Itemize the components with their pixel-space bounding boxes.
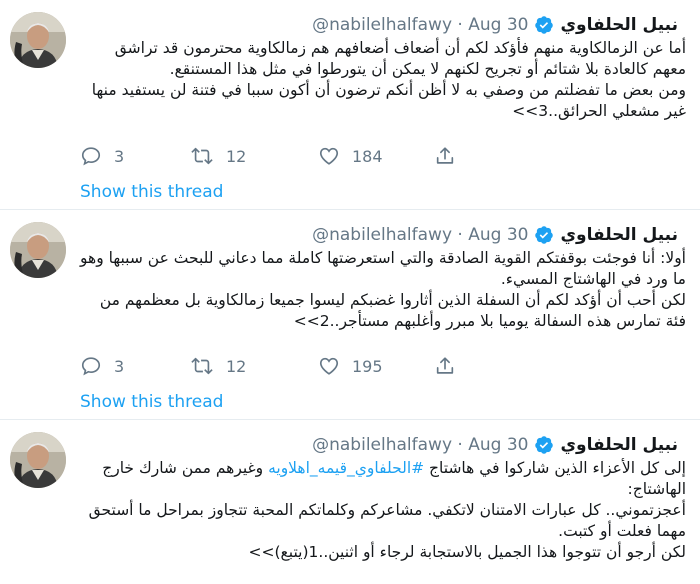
show-thread-link[interactable]: Show this thread xyxy=(80,392,223,412)
tweet-text: أما عن الزمالكاوية منهم فأؤكد لكم أن أضع… xyxy=(78,38,686,122)
like-button[interactable]: 184 xyxy=(318,143,383,169)
reply-count: 3 xyxy=(114,146,125,166)
like-count: 195 xyxy=(352,356,383,376)
tweet[interactable]: نبيل الحلفاوي @nabilelhalfawy · Aug 30 أ… xyxy=(0,0,700,210)
reply-icon xyxy=(80,145,102,167)
tweet-header: نبيل الحلفاوي @nabilelhalfawy · Aug 30 xyxy=(312,431,678,459)
reply-button[interactable]: 3 xyxy=(80,353,124,379)
retweet-icon xyxy=(190,355,214,377)
display-name[interactable]: نبيل الحلفاوي xyxy=(560,225,678,245)
tweet-header: نبيل الحلفاوي @nabilelhalfawy · Aug 30 xyxy=(312,11,678,39)
hashtag-link[interactable]: #الحلفاوي_قيمه_اهلاويه xyxy=(268,459,424,477)
tweet-actions: 3 12 184 xyxy=(78,143,458,169)
tweet-date[interactable]: · Aug 30 xyxy=(457,435,528,455)
share-icon xyxy=(434,355,456,377)
user-handle[interactable]: @nabilelhalfawy · Aug 30 xyxy=(312,15,528,35)
reply-count: 3 xyxy=(114,356,125,376)
tweet[interactable]: نبيل الحلفاوي @nabilelhalfawy · Aug 30 إ… xyxy=(0,420,700,584)
tweet-text: أولا: أنا فوجئت بوقفتكم القوية الصادقة و… xyxy=(78,248,686,332)
display-name[interactable]: نبيل الحلفاوي xyxy=(560,15,678,35)
retweet-count: 12 xyxy=(226,356,247,376)
avatar[interactable] xyxy=(10,432,66,488)
tweet-date[interactable]: · Aug 30 xyxy=(457,15,528,35)
tweet-header: نبيل الحلفاوي @nabilelhalfawy · Aug 30 xyxy=(312,221,678,249)
tweet-paragraph: أعجزتموني.. كل عبارات الامتنان لاتكفي. م… xyxy=(88,501,686,540)
retweet-button[interactable]: 12 xyxy=(190,353,246,379)
share-icon xyxy=(434,145,456,167)
display-name[interactable]: نبيل الحلفاوي xyxy=(560,435,678,455)
tweet-actions: 3 12 195 xyxy=(78,353,458,379)
tweet-text: إلى كل الأعزاء الذين شاركوا في هاشتاج #ا… xyxy=(78,458,686,563)
like-icon xyxy=(318,145,340,167)
reply-button[interactable]: 3 xyxy=(80,143,124,169)
share-button[interactable] xyxy=(434,353,456,379)
retweet-button[interactable]: 12 xyxy=(190,143,246,169)
tweet-paragraph: أما عن الزمالكاوية منهم فأؤكد لكم أن أضع… xyxy=(114,39,686,78)
reply-icon xyxy=(80,355,102,377)
tweet[interactable]: نبيل الحلفاوي @nabilelhalfawy · Aug 30 أ… xyxy=(0,210,700,420)
retweet-icon xyxy=(190,145,214,167)
user-handle[interactable]: @nabilelhalfawy · Aug 30 xyxy=(312,435,528,455)
verified-badge-icon xyxy=(534,435,554,455)
user-handle[interactable]: @nabilelhalfawy · Aug 30 xyxy=(312,225,528,245)
like-button[interactable]: 195 xyxy=(318,353,383,379)
verified-badge-icon xyxy=(534,225,554,245)
share-button[interactable] xyxy=(434,143,456,169)
avatar[interactable] xyxy=(10,12,66,68)
like-icon xyxy=(318,355,340,377)
tweet-paragraph: إلى كل الأعزاء الذين شاركوا في هاشتاج #ا… xyxy=(102,459,686,498)
tweet-paragraph: لكن أحب أن أؤكد لكم أن السفلة الذين أثار… xyxy=(99,291,686,330)
tweet-date[interactable]: · Aug 30 xyxy=(457,225,528,245)
tweet-paragraph: ومن بعض ما تفضلتم من وصفي به لا أظن أنكم… xyxy=(91,81,686,120)
verified-badge-icon xyxy=(534,15,554,35)
avatar[interactable] xyxy=(10,222,66,278)
tweet-paragraph: لكن أرجو أن تتوجوا هذا الجميل بالاستجابة… xyxy=(248,543,686,561)
tweet-paragraph: أولا: أنا فوجئت بوقفتكم القوية الصادقة و… xyxy=(80,249,686,288)
retweet-count: 12 xyxy=(226,146,247,166)
like-count: 184 xyxy=(352,146,383,166)
show-thread-link[interactable]: Show this thread xyxy=(80,182,223,202)
